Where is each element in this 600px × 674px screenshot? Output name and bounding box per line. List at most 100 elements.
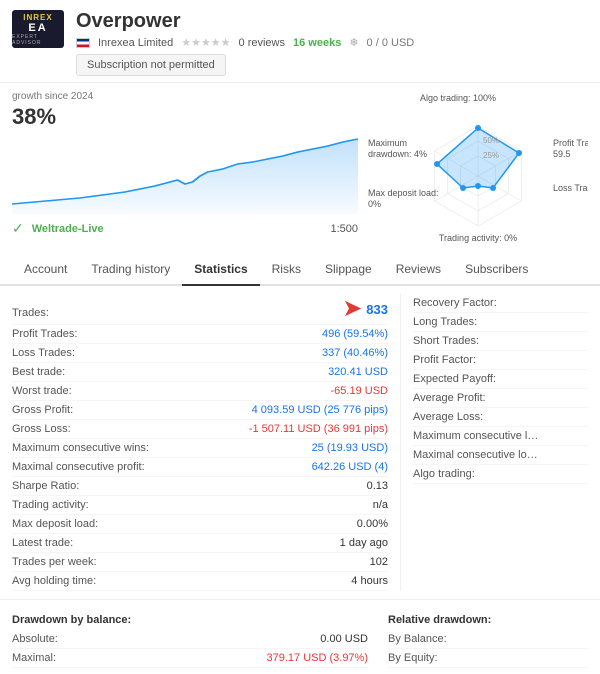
star-rating: ★★★★★ (181, 36, 230, 49)
stat-label-left-1: Profit Trades: (12, 328, 77, 340)
radar-grid: 50% 25% (434, 125, 522, 226)
tab-risks[interactable]: Risks (260, 254, 313, 286)
stat-row-left-8: Maximal consecutive profit: 642.26 USD (4… (12, 458, 388, 477)
growth-label: growth since 2024 (12, 91, 358, 102)
loss-trades-label: Loss Trades: 40.5% (553, 183, 588, 193)
max-drawdown-label1: Maximum (368, 138, 407, 148)
stat-label-left-10: Trading activity: (12, 499, 89, 511)
stat-row-left-12: Latest trade:1 day ago (12, 534, 388, 553)
stat-label-left-9: Sharpe Ratio: (12, 480, 79, 492)
stat-row-right-3: Profit Factor: (413, 351, 588, 370)
stat-row-left-6: Gross Loss:-1 507.11 USD (36 991 pips) (12, 420, 388, 439)
tab-bar: Account Trading history Statistics Risks… (0, 254, 600, 286)
stat-value-left-1: 496 (59.54%) (322, 328, 388, 340)
chart-area (12, 134, 358, 214)
max-drawdown-label2: drawdown: 4% (368, 149, 427, 159)
top-section: growth since 2024 38% ✓ Weltrade-Live 1:… (0, 83, 600, 254)
red-arrow-icon: ➤ (342, 297, 362, 321)
tab-subscribers[interactable]: Subscribers (453, 254, 540, 286)
stat-row-left-13: Trades per week: 102 (12, 553, 388, 572)
stat-row-left-1: Profit Trades: 496 (59.54%) (12, 325, 388, 344)
tab-account[interactable]: Account (12, 254, 79, 286)
stat-label-left-3: Best trade: (12, 366, 65, 378)
stat-label-right-2: Short Trades: (413, 335, 479, 347)
product-title: Overpower (76, 10, 588, 33)
tab-statistics[interactable]: Statistics (182, 254, 259, 286)
stat-value-left-11: 0.00% (357, 518, 388, 530)
stat-label-left-12: Latest trade: (12, 537, 73, 549)
drawdown-absolute-value: 0.00 USD (320, 633, 368, 645)
stats-right: Recovery Factor: Long Trades: Short Trades… (400, 294, 600, 591)
weeks-badge: 16 weeks (293, 37, 341, 49)
drawdown-balance-title: Drawdown by balance: (12, 614, 368, 626)
stat-label-right-0: Recovery Factor: (413, 297, 497, 309)
stat-label-left-14: Avg holding time: (12, 575, 96, 587)
stat-label-right-1: Long Trades: (413, 316, 477, 328)
stat-value-left-9: 0.13 (367, 480, 388, 492)
header-info: Overpower Inrexea Limited ★★★★★ 0 review… (76, 10, 588, 76)
trading-activity-label: Trading activity: 0% (439, 233, 517, 243)
deposit-load-label1: Max deposit load: (368, 188, 439, 198)
profit-trades-label: Profit Trades: (553, 138, 588, 148)
review-count: 0 reviews (239, 37, 285, 49)
stat-row-left-3: Best trade:320.41 USD (12, 363, 388, 382)
logo-text-mid: EA (28, 22, 47, 34)
stat-value-left-4: -65.19 USD (331, 385, 388, 397)
stat-label-left-11: Max deposit load: (12, 518, 98, 530)
stat-row-right-5: Average Profit: (413, 389, 588, 408)
stat-label-left-13: Trades per week: (12, 556, 97, 568)
stat-row-left-7: Maximum consecutive wins:25 (19.93 USD) (12, 439, 388, 458)
tab-reviews[interactable]: Reviews (384, 254, 453, 286)
stat-label-right-6: Average Loss: (413, 411, 483, 423)
stat-row-right-1: Long Trades: (413, 313, 588, 332)
drawdown-section: Drawdown by balance: Absolute: 0.00 USD … (0, 599, 600, 674)
stat-label-right-7: Maximum consecutive l… (413, 430, 538, 442)
stat-label-left-0: Trades: (12, 307, 49, 319)
stat-row-left-10: Trading activity:n/a (12, 496, 388, 515)
logo-text-bot: EXPERT ADVISOR (12, 34, 64, 46)
tab-slippage[interactable]: Slippage (313, 254, 384, 286)
profit-trades-value: 59.5 (553, 149, 571, 159)
arrow-indicator: ➤833 (342, 297, 388, 321)
drawdown-absolute-label: Absolute: (12, 633, 58, 645)
stat-label-left-2: Loss Trades: (12, 347, 75, 359)
snow-icon: ❄ (349, 36, 358, 49)
stat-row-right-2: Short Trades: (413, 332, 588, 351)
cost-info: 0 / 0 USD (367, 37, 415, 49)
stat-value-left-14: 4 hours (351, 575, 388, 587)
stats-left: Trades: ➤833 Profit Trades: 496 (59.54%) Los… (0, 294, 400, 591)
stat-row-right-6: Average Loss: (413, 408, 588, 427)
stat-label-right-3: Profit Factor: (413, 354, 476, 366)
stat-row-right-0: Recovery Factor: (413, 294, 588, 313)
stat-row-right-9: Algo trading: (413, 465, 588, 484)
tab-trading-history[interactable]: Trading history (79, 254, 182, 286)
account-name: Weltrade-Live (32, 223, 104, 235)
stat-label-left-8: Maximal consecutive profit: (12, 461, 145, 473)
flag-icon (76, 38, 90, 48)
by-balance-label: By Balance: (388, 633, 447, 645)
right-panel: 50% 25% Algo trading: 100% Profit Trades… (368, 91, 588, 246)
by-equity-row: By Equity: (388, 649, 588, 668)
stat-row-left-5: Gross Profit:4 093.59 USD (25 776 pips) (12, 401, 388, 420)
stat-row-left-14: Avg holding time: 4 hours (12, 572, 388, 591)
account-status-icon: ✓ (12, 220, 24, 237)
logo-box: INREX EA EXPERT ADVISOR (12, 10, 64, 48)
stat-value-left-8: 642.26 USD (4) (312, 461, 388, 473)
by-balance-row: By Balance: (388, 630, 588, 649)
stat-value-left-13: 102 (370, 556, 388, 568)
subscription-button[interactable]: Subscription not permitted (76, 54, 226, 76)
logo-area: INREX EA EXPERT ADVISOR (12, 10, 64, 48)
stats-content: Trades: ➤833 Profit Trades: 496 (59.54%) Los… (0, 286, 600, 599)
growth-chart (12, 134, 358, 214)
stat-value-left-5: 4 093.59 USD (25 776 pips) (252, 404, 388, 416)
stat-row-left-9: Sharpe Ratio: 0.13 (12, 477, 388, 496)
drawdown-maximal-label: Maximal: (12, 652, 56, 664)
drawdown-maximal-row: Maximal: 379.17 USD (3.97%) (12, 649, 368, 668)
drawdown-left: Drawdown by balance: Absolute: 0.00 USD … (12, 606, 368, 668)
stat-row-right-4: Expected Payoff: (413, 370, 588, 389)
account-info: ✓ Weltrade-Live 1:500 (12, 220, 358, 237)
stat-label-left-4: Worst trade: (12, 385, 72, 397)
stat-label-right-8: Maximal consecutive lo… (413, 449, 538, 461)
stat-value-left-7: 25 (19.93 USD) (312, 442, 388, 454)
svg-text:25%: 25% (483, 151, 499, 160)
